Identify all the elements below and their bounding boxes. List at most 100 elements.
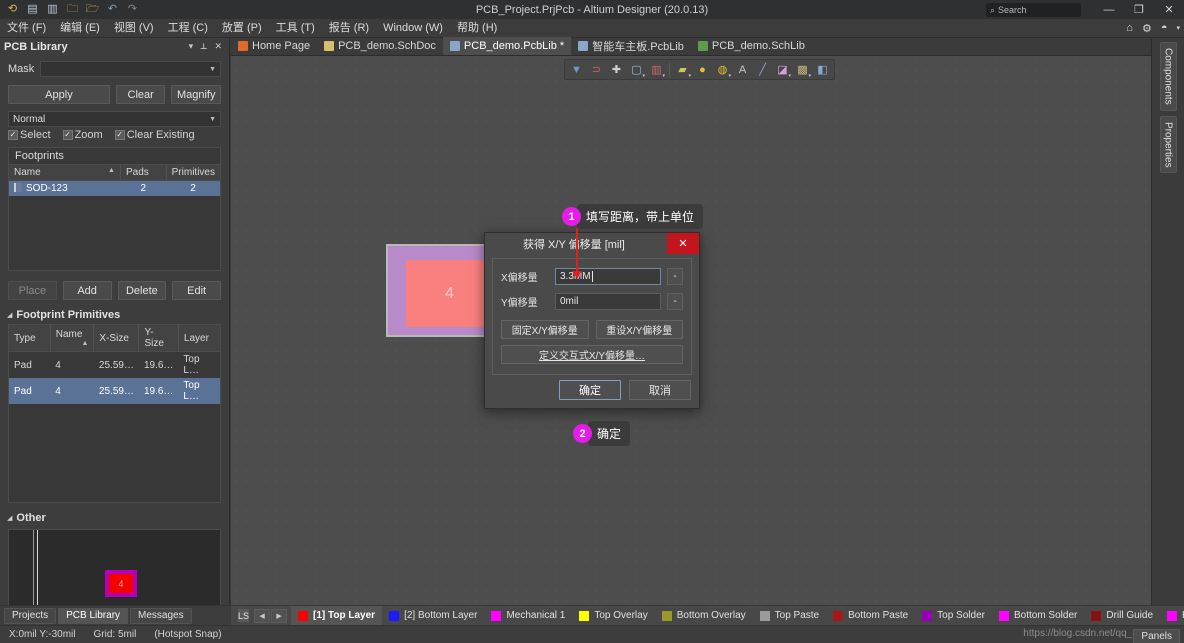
magnet-icon[interactable]: ⊃ — [587, 61, 606, 79]
menu-file[interactable]: 文件 (F) — [0, 19, 53, 38]
tab-pcb-demo-schlib[interactable]: PCB_demo.SchLib — [691, 37, 812, 55]
fix-xy-offset-button[interactable]: 固定X/Y偏移量 — [501, 320, 589, 339]
menu-window[interactable]: Window (W) — [376, 19, 450, 38]
ok-button[interactable]: 确定 — [559, 380, 621, 400]
menu-help[interactable]: 帮助 (H) — [450, 19, 504, 38]
place-fill-icon[interactable]: ◧ — [813, 61, 832, 79]
open-icon[interactable]: 🗀 — [65, 2, 80, 17]
home-icon[interactable]: ⌂ — [1126, 22, 1133, 34]
dialog-close-button[interactable]: ✕ — [667, 233, 699, 254]
magnify-button[interactable]: Magnify — [171, 85, 221, 104]
x-offset-stepper[interactable]: - — [667, 268, 683, 285]
minimize-button[interactable]: — — [1094, 0, 1124, 19]
layer-tab-bottom-overlay[interactable]: Bottom Overlay — [655, 606, 753, 625]
cancel-button[interactable]: 取消 — [629, 380, 691, 400]
clear-existing-checkbox[interactable]: ✓ Clear Existing — [114, 129, 195, 141]
delete-button[interactable]: Delete — [117, 281, 167, 300]
place-region-icon[interactable]: ◪ ▾ — [773, 61, 792, 79]
save-all-icon[interactable]: ▥ — [45, 2, 60, 17]
col-type[interactable]: Type — [9, 325, 51, 352]
place-line-icon[interactable]: ╱ — [753, 61, 772, 79]
table-row[interactable]: Pad 4 25.59… 19.6… Top L… — [9, 352, 220, 379]
close-button[interactable]: ✕ — [1154, 0, 1184, 19]
layer-tab-top-paste[interactable]: Top Paste — [753, 606, 826, 625]
clear-button[interactable]: Clear — [115, 85, 166, 104]
pin-icon[interactable]: ⊥ — [200, 42, 207, 51]
reset-xy-offset-button[interactable]: 重设X/Y偏移量 — [595, 320, 683, 339]
add-button[interactable]: Add — [62, 281, 112, 300]
x-offset-input[interactable]: 3.3MM — [555, 268, 661, 285]
footprint-primitives-header[interactable]: ◢ Footprint Primitives — [0, 305, 229, 324]
layer-tab-top-layer[interactable]: [1] Top Layer — [291, 606, 383, 625]
open-project-icon[interactable]: 🗁 — [85, 2, 100, 17]
zoom-checkbox[interactable]: ✓ Zoom — [62, 129, 103, 141]
col-y-size[interactable]: Y-Size — [138, 325, 179, 352]
dock-tab-components[interactable]: Components — [1159, 42, 1177, 111]
place-track-icon[interactable]: ▰ ▾ — [673, 61, 692, 79]
menu-project[interactable]: 工程 (C) — [161, 19, 215, 38]
menu-reports[interactable]: 报告 (R) — [322, 19, 376, 38]
dock-tab-properties[interactable]: Properties — [1159, 115, 1177, 174]
place-button[interactable]: Place — [8, 281, 57, 300]
layer-tab-top-overlay[interactable]: Top Overlay — [572, 606, 654, 625]
mask-input[interactable]: ▼ — [40, 61, 221, 77]
layer-tab-bottom-layer[interactable]: [2] Bottom Layer — [382, 606, 484, 625]
layer-next-button[interactable]: ▶ — [271, 608, 288, 623]
col-x-size[interactable]: X-Size — [93, 325, 140, 352]
layer-tab-top-solder[interactable]: Top Solder — [915, 606, 992, 625]
panel-tab-messages[interactable]: Messages — [130, 607, 192, 624]
maximize-button[interactable]: ❐ — [1124, 0, 1154, 19]
undo-icon[interactable]: ↶ — [105, 2, 120, 17]
col-primitives[interactable]: Primitives — [166, 165, 220, 181]
gear-icon[interactable]: ⚙ — [1142, 22, 1152, 35]
other-header[interactable]: ◢ Other — [0, 505, 229, 527]
place-pad-single-icon[interactable]: ◍ ▾ — [713, 61, 732, 79]
tab-smartcar-pcblib[interactable]: 智能车主板.PcbLib — [571, 37, 691, 55]
tab-pcb-demo-schdoc[interactable]: PCB_demo.SchDoc — [317, 37, 443, 55]
place-pad-icon[interactable]: ▥ ▾ — [647, 61, 666, 79]
col-name[interactable]: Name ▲ — [9, 165, 121, 181]
layer-tab-bottom-paste[interactable]: Bottom Paste — [826, 606, 915, 625]
layer-tab-bottom-solder[interactable]: Bottom Solder — [992, 606, 1084, 625]
col-pads[interactable]: Pads — [120, 165, 167, 181]
y-offset-stepper[interactable]: - — [667, 293, 683, 310]
search-input[interactable]: ⌕ Search — [986, 3, 1081, 17]
tab-pcb-demo-pcblib[interactable]: PCB_demo.PcbLib * — [442, 37, 572, 55]
chevron-down-icon[interactable]: ▾ — [1176, 24, 1180, 32]
place-string-icon[interactable]: A — [733, 61, 752, 79]
layer-tab-drill-guide[interactable]: Drill Guide — [1084, 606, 1160, 625]
layer-sets-button[interactable]: LS — [238, 609, 250, 622]
tab-home-page[interactable]: Home Page — [231, 37, 317, 55]
edit-button[interactable]: Edit — [172, 281, 221, 300]
layer-tab-mechanical-1[interactable]: Mechanical 1 — [484, 606, 572, 625]
table-row[interactable]: SOD-123 2 2 — [9, 180, 220, 196]
col-layer[interactable]: Layer — [178, 325, 220, 352]
select-checkbox[interactable]: ✓ Select — [8, 129, 51, 141]
panel-menu-icon[interactable]: ▾ — [189, 41, 194, 52]
table-row[interactable]: Pad 4 25.59… 19.6… Top L… — [9, 378, 220, 404]
y-offset-input[interactable]: 0mil — [555, 293, 661, 310]
place-component-icon[interactable]: ▩ ▾ — [793, 61, 812, 79]
layer-prev-button[interactable]: ◀ — [254, 608, 271, 623]
panels-button[interactable]: Panels — [1133, 629, 1180, 643]
place-rect-icon[interactable]: ▢ ▾ — [627, 61, 646, 79]
place-via-icon[interactable]: ● — [693, 61, 712, 79]
menu-view[interactable]: 视图 (V) — [107, 19, 161, 38]
menu-place[interactable]: 放置 (P) — [215, 19, 269, 38]
panel-tab-projects[interactable]: Projects — [4, 607, 57, 624]
layer-tab-keep-out-layer[interactable]: Keep-Out Layer — [1160, 606, 1184, 625]
crosshair-icon[interactable]: ✚ — [607, 61, 626, 79]
apply-button[interactable]: Apply — [8, 85, 110, 104]
col-name[interactable]: Name ▲ — [50, 325, 95, 352]
save-icon[interactable]: ▤ — [25, 2, 40, 17]
mode-select[interactable]: Normal ▼ — [8, 111, 221, 127]
altium-logo-icon[interactable]: ⟲ — [5, 2, 20, 17]
close-icon[interactable]: ✕ — [214, 41, 222, 52]
account-icon[interactable]: ◓ — [1161, 22, 1168, 34]
menu-tools[interactable]: 工具 (T) — [269, 19, 322, 38]
panel-tab-pcb-library[interactable]: PCB Library — [58, 607, 129, 624]
filter-icon[interactable]: ▼ — [567, 61, 586, 79]
menu-edit[interactable]: 编辑 (E) — [53, 19, 107, 38]
redo-icon[interactable]: ↷ — [125, 2, 140, 17]
define-interactive-offset-button[interactable]: 定义交互式X/Y偏移量… — [501, 345, 683, 364]
